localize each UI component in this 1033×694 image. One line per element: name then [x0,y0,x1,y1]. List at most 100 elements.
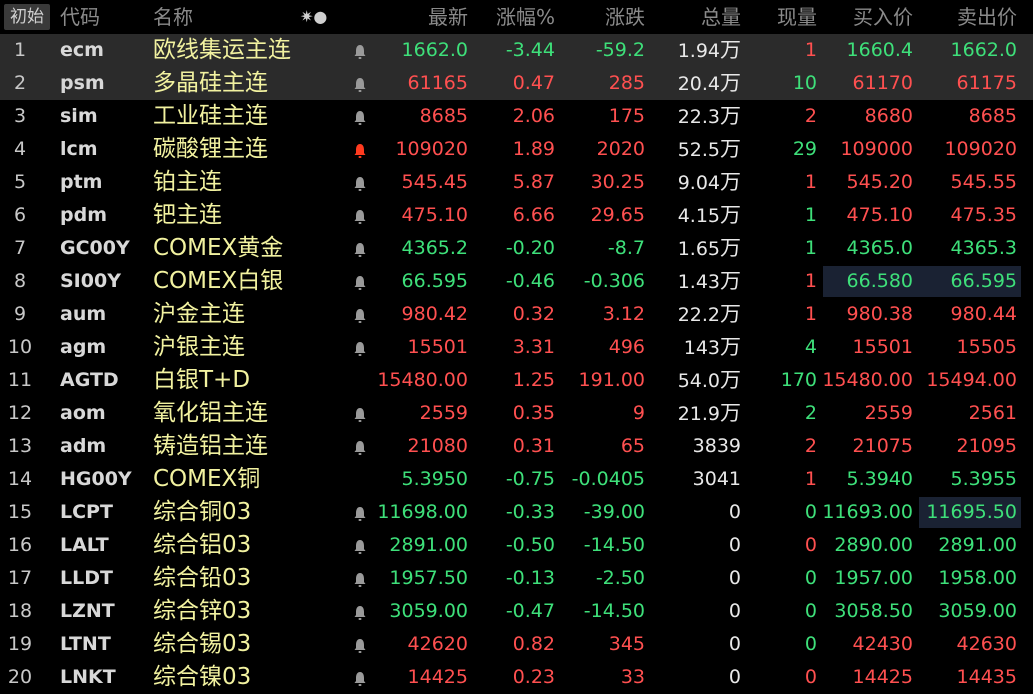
volume-value: 1.65 [677,238,720,260]
total-volume: 3839 [693,430,741,463]
row-index: 7 [13,237,27,259]
ask-price: 5.3955 [950,468,1017,490]
bell-icon[interactable] [350,397,370,430]
bell-icon[interactable] [350,496,370,529]
current-volume: 2 [804,105,817,127]
total-volume: 1.94万 [678,34,741,67]
last-price: 14425 [407,666,468,688]
total-volume: 4.15万 [678,199,741,232]
contract-name: 钯主连 [153,202,222,228]
table-row[interactable]: 4 lcm 碳酸锂主连 109020 1.89 2020 52.5万 29 109000 1090… [0,133,1033,166]
ask-price: 109020 [944,138,1017,160]
bid-price: 545.20 [846,171,913,193]
table-row[interactable]: 7 GC00Y COMEX黄金 4365.2 -0.20 -8.7 1.65万 1 4365.0… [0,232,1033,265]
table-row[interactable]: 12 aom 氧化铝主连 2559 0.35 9 21.9万 2 2559 2561 [0,397,1033,430]
table-row[interactable]: 14 HG00Y COMEX铜 5.3950 -0.75 -0.0405 3041 1 5.39… [0,463,1033,496]
header-chg[interactable]: 涨跌 [605,0,645,33]
bell-icon[interactable] [350,562,370,595]
bell-icon[interactable] [350,34,370,67]
header-settings-icon[interactable]: ✷● [300,0,327,34]
table-row[interactable]: 17 LLDT 综合铅03 1957.50 -0.13 -2.50 0 0 1957.00 195… [0,562,1033,595]
table-row[interactable]: 16 LALT 综合铝03 2891.00 -0.50 -14.50 0 0 2890.00 28… [0,529,1033,562]
table-row[interactable]: 15 LCPT 综合铜03 11698.00 -0.33 -39.00 0 0 11693.00… [0,496,1033,529]
bell-icon[interactable] [350,133,370,166]
row-index: 1 [13,39,27,61]
last-price: 3059.00 [389,600,468,622]
bell-icon[interactable] [350,628,370,661]
table-row[interactable]: 13 adm 铸造铝主连 21080 0.31 65 3839 2 21075 21095 [0,430,1033,463]
volume-value: 0 [728,501,741,523]
row-index: 20 [7,666,33,688]
bid-price: 15501 [852,336,913,358]
header-code[interactable]: 代码 [60,0,100,33]
bell-icon[interactable] [350,265,370,298]
table-row[interactable]: 18 LZNT 综合锌03 3059.00 -0.47 -14.50 0 0 3058.50 30… [0,595,1033,628]
table-row[interactable]: 10 agm 沪银主连 15501 3.31 496 143万 4 15501 15505 [0,331,1033,364]
change-amount: -14.50 [583,600,645,622]
table-row[interactable]: 20 LNKT 综合镍03 14425 0.23 33 0 0 14425 14435 [0,661,1033,694]
contract-name: 多晶硅主连 [153,70,268,96]
change-percent: 6.66 [512,204,555,226]
contract-name: COMEX白银 [153,268,284,294]
table-row[interactable]: 6 pdm 钯主连 475.10 6.66 29.65 4.15万 1 475.10 475.35 [0,199,1033,232]
header-last[interactable]: 最新 [428,0,468,33]
volume-unit: 万 [720,71,741,95]
current-volume: 10 [792,72,817,94]
contract-name: 氧化铝主连 [153,400,268,426]
contract-code: LNKT [60,666,116,688]
header-vol[interactable]: 总量 [701,0,741,33]
ask-price: 42630 [956,633,1017,655]
bell-icon[interactable] [350,67,370,100]
table-header: 初始 代码 名称 ✷● 最新 涨幅% 涨跌 总量 现量 买入价 卖出价 [0,0,1033,34]
table-row[interactable]: 5 ptm 铂主连 545.45 5.87 30.25 9.04万 1 545.20 545.55 [0,166,1033,199]
contract-code: psm [60,72,105,94]
change-amount: 2020 [596,138,645,160]
current-volume: 1 [804,171,817,193]
bell-icon[interactable] [350,232,370,265]
change-amount: 191.00 [578,369,645,391]
header-bid[interactable]: 买入价 [853,0,913,33]
table-row[interactable]: 3 sim 工业硅主连 8685 2.06 175 22.3万 2 8680 8685 [0,100,1033,133]
table-row[interactable]: 11 AGTD 白银T+D 15480.00 1.25 191.00 54.0万 170 154… [0,364,1033,397]
table-row[interactable]: 2 psm 多晶硅主连 61165 0.47 285 20.4万 10 61170 61175 [0,67,1033,100]
change-amount: -0.306 [583,270,645,292]
current-volume: 0 [804,666,817,688]
row-index: 10 [7,336,33,358]
header-cur[interactable]: 现量 [777,0,817,33]
table-row[interactable]: 19 LTNT 综合锡03 42620 0.82 345 0 0 42430 42630 [0,628,1033,661]
volume-value: 54.0 [677,370,720,392]
ask-price: 1958.00 [938,567,1017,589]
header-pct[interactable]: 涨幅% [496,0,555,33]
last-price: 11698.00 [377,501,468,523]
total-volume: 0 [729,628,741,661]
bell-icon[interactable] [350,595,370,628]
bell-icon[interactable] [350,430,370,463]
last-price: 475.10 [401,204,468,226]
table-row[interactable]: 1 ecm 欧线集运主连 1662.0 -3.44 -59.2 1.94万 1 1660.4 16… [0,34,1033,67]
bid-price: 14425 [852,666,913,688]
last-price: 2559 [419,402,468,424]
table-row[interactable]: 8 SI00Y COMEX白银 66.595 -0.46 -0.306 1.43万 1 66.5… [0,265,1033,298]
contract-code: adm [60,435,107,457]
bell-icon[interactable] [350,529,370,562]
current-volume: 1 [804,303,817,325]
init-button[interactable]: 初始 [4,4,50,30]
bell-icon[interactable] [350,331,370,364]
header-name[interactable]: 名称 [153,0,193,33]
bell-icon[interactable] [350,100,370,133]
last-price: 21080 [407,435,468,457]
contract-code: LCPT [60,501,113,523]
ask-price: 2561 [968,402,1017,424]
row-index: 4 [13,138,27,160]
bid-price: 980.38 [846,303,913,325]
bell-icon[interactable] [350,199,370,232]
bell-icon[interactable] [350,298,370,331]
header-ask[interactable]: 卖出价 [957,0,1017,33]
contract-code: LALT [60,534,109,556]
bell-icon[interactable] [350,661,370,694]
table-row[interactable]: 9 aum 沪金主连 980.42 0.32 3.12 22.2万 1 980.38 980.44 [0,298,1033,331]
contract-name: 综合铅03 [153,565,252,591]
volume-unit: 万 [720,137,741,161]
volume-value: 4.15 [677,205,720,227]
bell-icon[interactable] [350,166,370,199]
